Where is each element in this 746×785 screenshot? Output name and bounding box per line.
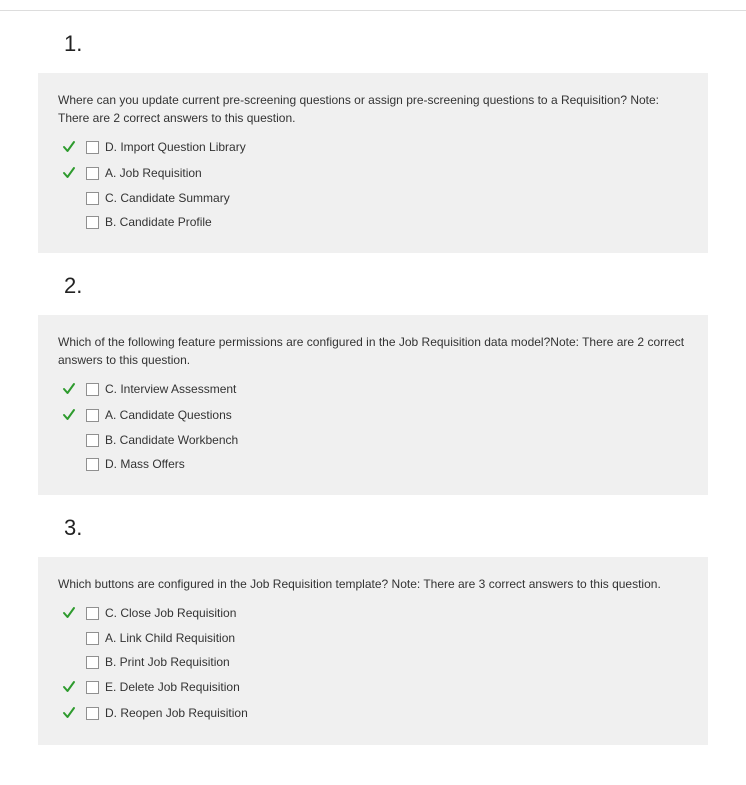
answer-option[interactable]: D. Mass Offers: [58, 457, 688, 471]
correct-check-icon: [58, 165, 80, 181]
answer-option[interactable]: B. Print Job Requisition: [58, 655, 688, 669]
question-card: Which of the following feature permissio…: [38, 315, 708, 495]
answer-checkbox[interactable]: [86, 167, 99, 180]
correct-check-icon: [58, 605, 80, 621]
answer-option[interactable]: B. Candidate Workbench: [58, 433, 688, 447]
answer-label: D. Reopen Job Requisition: [105, 706, 248, 720]
correct-check-icon: [58, 139, 80, 155]
answer-option[interactable]: C. Close Job Requisition: [58, 605, 688, 621]
answer-label: B. Print Job Requisition: [105, 655, 230, 669]
answer-checkbox[interactable]: [86, 656, 99, 669]
answer-option[interactable]: C. Interview Assessment: [58, 381, 688, 397]
answer-label: E. Delete Job Requisition: [105, 680, 240, 694]
question-number: 3.: [64, 515, 708, 541]
answer-label: D. Mass Offers: [105, 457, 185, 471]
answer-checkbox[interactable]: [86, 434, 99, 447]
answer-list: C. Interview Assessment A. Candidate Ques…: [58, 381, 688, 471]
answer-label: C. Candidate Summary: [105, 191, 230, 205]
answer-checkbox[interactable]: [86, 192, 99, 205]
answer-checkbox[interactable]: [86, 707, 99, 720]
answer-checkbox[interactable]: [86, 632, 99, 645]
answer-label: A. Candidate Questions: [105, 408, 232, 422]
answer-list: D. Import Question Library A. Job Requisi…: [58, 139, 688, 229]
question-text: Which buttons are configured in the Job …: [58, 575, 688, 593]
answer-option[interactable]: D. Import Question Library: [58, 139, 688, 155]
answer-label: B. Candidate Profile: [105, 215, 212, 229]
answer-option[interactable]: A. Job Requisition: [58, 165, 688, 181]
answer-checkbox[interactable]: [86, 216, 99, 229]
correct-check-icon: [58, 705, 80, 721]
answer-option[interactable]: A. Candidate Questions: [58, 407, 688, 423]
answer-checkbox[interactable]: [86, 607, 99, 620]
answer-list: C. Close Job Requisition A. Link Child Re…: [58, 605, 688, 721]
question-card: Where can you update current pre-screeni…: [38, 73, 708, 253]
answer-checkbox[interactable]: [86, 409, 99, 422]
answer-checkbox[interactable]: [86, 141, 99, 154]
question-number: 1.: [64, 31, 708, 57]
answer-option[interactable]: D. Reopen Job Requisition: [58, 705, 688, 721]
answer-label: A. Job Requisition: [105, 166, 202, 180]
answer-label: C. Close Job Requisition: [105, 606, 236, 620]
answer-option[interactable]: A. Link Child Requisition: [58, 631, 688, 645]
answer-option[interactable]: C. Candidate Summary: [58, 191, 688, 205]
correct-check-icon: [58, 679, 80, 695]
correct-check-icon: [58, 407, 80, 423]
answer-label: A. Link Child Requisition: [105, 631, 235, 645]
answer-checkbox[interactable]: [86, 458, 99, 471]
question-text: Which of the following feature permissio…: [58, 333, 688, 369]
answer-checkbox[interactable]: [86, 383, 99, 396]
answer-label: D. Import Question Library: [105, 140, 246, 154]
answer-label: C. Interview Assessment: [105, 382, 236, 396]
question-card: Which buttons are configured in the Job …: [38, 557, 708, 745]
answer-checkbox[interactable]: [86, 681, 99, 694]
question-text: Where can you update current pre-screeni…: [58, 91, 688, 127]
divider: [0, 10, 746, 11]
answer-label: B. Candidate Workbench: [105, 433, 238, 447]
answer-option[interactable]: E. Delete Job Requisition: [58, 679, 688, 695]
question-number: 2.: [64, 273, 708, 299]
correct-check-icon: [58, 381, 80, 397]
answer-option[interactable]: B. Candidate Profile: [58, 215, 688, 229]
